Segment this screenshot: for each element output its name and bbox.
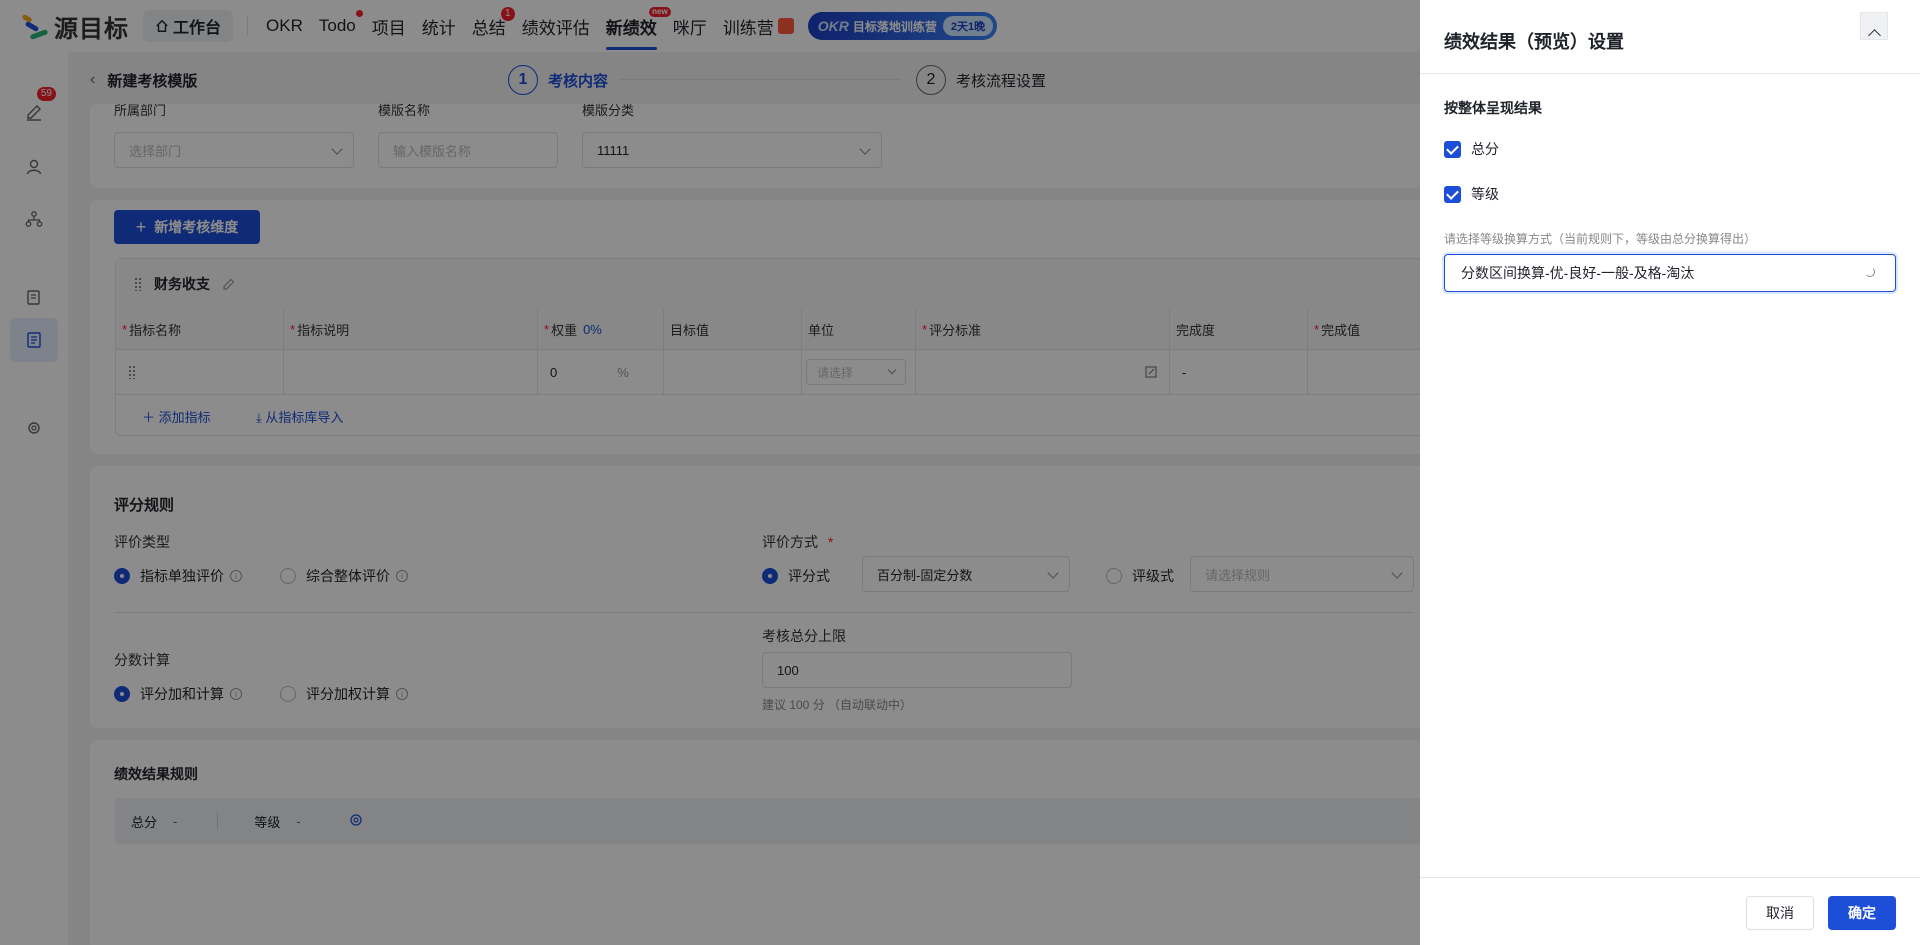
conversion-hint: 请选择等级换算方式（当前规则下，等级由总分换算得出） (1444, 232, 1757, 246)
checkbox-total[interactable]: 总分 (1444, 139, 1499, 159)
conversion-method-value: 分数区间换算-优-良好-一般-及格-淘汰 (1461, 265, 1695, 281)
confirm-label: 确定 (1848, 905, 1876, 921)
section-title: 按整体呈现结果 (1444, 100, 1542, 116)
collapse-button[interactable] (1860, 12, 1888, 42)
checkbox-level-label: 等级 (1471, 186, 1499, 202)
result-settings-drawer: 绩效结果（预览）设置 按整体呈现结果 总分 等级 请选择等级换算方式（当前规则下… (1420, 0, 1920, 945)
checkbox-checked-icon (1444, 185, 1461, 203)
chevron-up-icon (1868, 29, 1881, 42)
drawer-title: 绩效结果（预览）设置 (1444, 32, 1624, 52)
checkbox-checked-icon (1444, 140, 1461, 158)
conversion-method-select[interactable]: 分数区间换算-优-良好-一般-及格-淘汰 (1444, 254, 1896, 292)
checkbox-level[interactable]: 等级 (1444, 184, 1499, 204)
cancel-button[interactable]: 取消 (1746, 896, 1814, 930)
modal-overlay[interactable] (0, 0, 1420, 945)
footer-divider (1420, 877, 1920, 878)
drawer-divider (1420, 73, 1920, 74)
cancel-label: 取消 (1766, 905, 1794, 921)
confirm-button[interactable]: 确定 (1828, 896, 1896, 930)
loading-spinner-icon (1865, 267, 1875, 277)
checkbox-total-label: 总分 (1471, 141, 1499, 157)
